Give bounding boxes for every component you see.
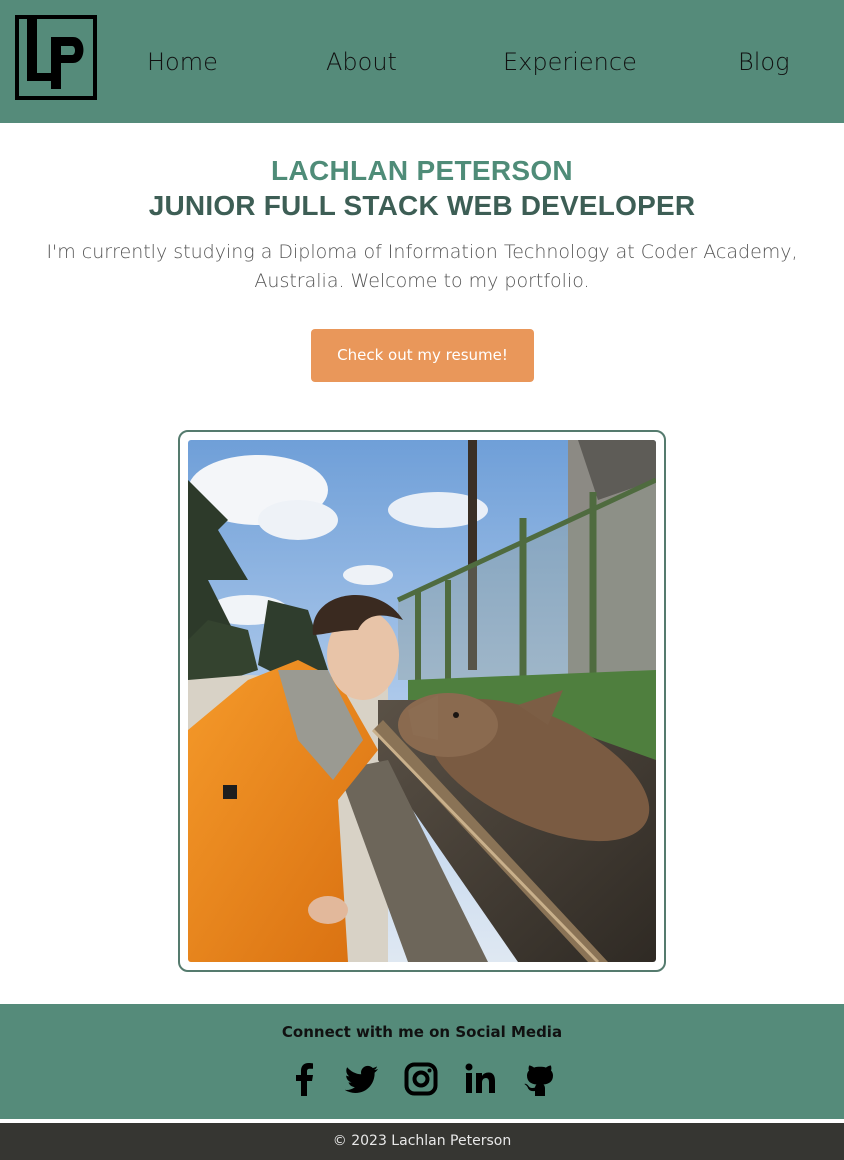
resume-button[interactable]: Check out my resume! xyxy=(311,329,534,382)
linkedin-icon[interactable] xyxy=(463,1062,497,1096)
facebook-icon[interactable] xyxy=(288,1062,322,1096)
site-footer: © 2023 Lachlan Peterson xyxy=(0,1123,844,1160)
copyright-text: © 2023 Lachlan Peterson xyxy=(332,1133,512,1149)
site-header: Home About Experience Blog xyxy=(0,0,844,123)
twitter-icon[interactable] xyxy=(345,1062,379,1096)
social-title: Connect with me on Social Media xyxy=(281,1023,563,1041)
hero-name: LACHLAN PETERSON xyxy=(271,155,573,186)
nav-about[interactable]: About xyxy=(326,44,397,80)
nav-blog[interactable]: Blog xyxy=(738,44,789,80)
profile-photo-frame xyxy=(178,430,666,972)
hero-role: JUNIOR FULL STACK WEB DEVELOPER xyxy=(148,190,696,221)
nav-home[interactable]: Home xyxy=(147,44,218,80)
lp-logo-icon[interactable] xyxy=(15,15,97,100)
profile-photo xyxy=(188,440,656,962)
social-section: Connect with me on Social Media xyxy=(0,1004,844,1119)
instagram-icon[interactable] xyxy=(404,1062,438,1096)
github-icon[interactable] xyxy=(523,1062,557,1096)
hero-intro: I'm currently studying a Diploma of Info… xyxy=(46,241,798,292)
nav-experience[interactable]: Experience xyxy=(503,44,637,80)
